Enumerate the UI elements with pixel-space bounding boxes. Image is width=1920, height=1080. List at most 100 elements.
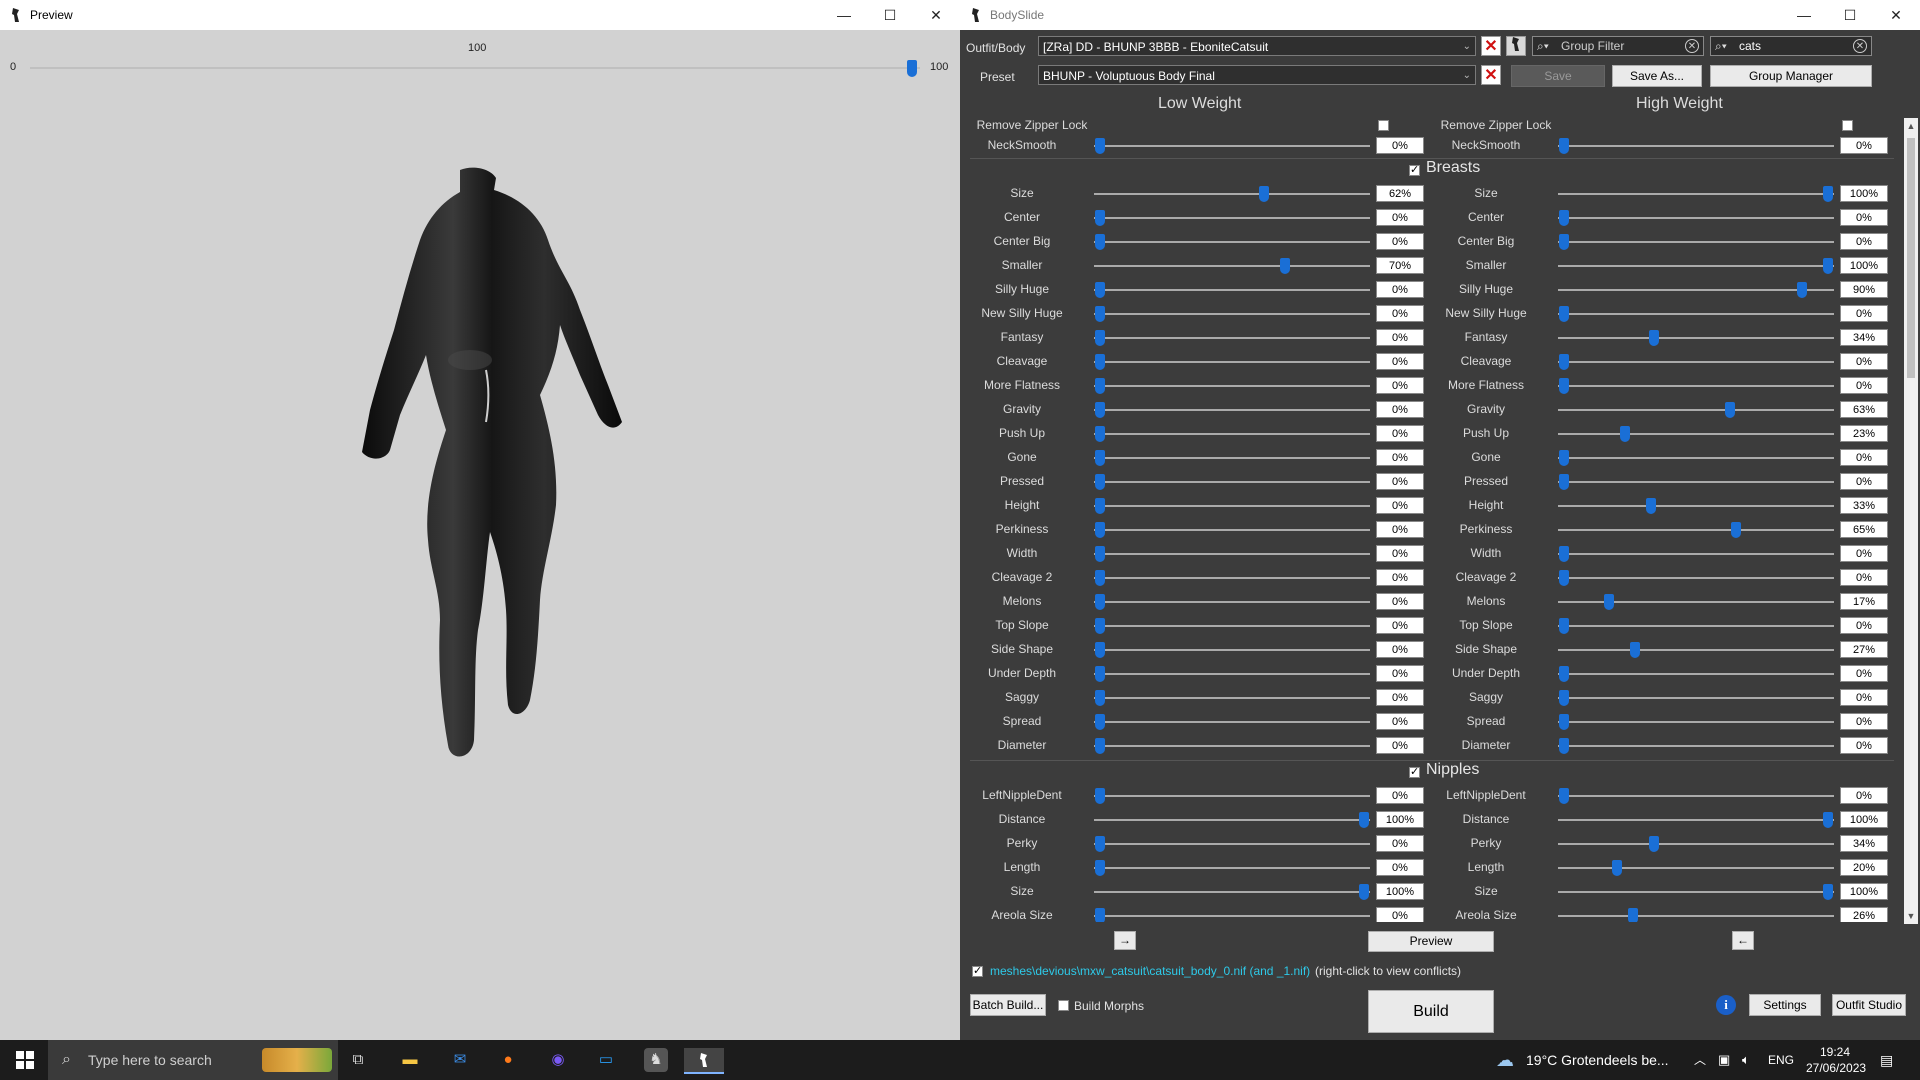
high-weight-slider-thumb[interactable] bbox=[1559, 306, 1569, 322]
low-weight-slider[interactable] bbox=[1094, 505, 1370, 507]
build-button[interactable]: Build bbox=[1368, 990, 1494, 1033]
low-weight-slider[interactable] bbox=[1094, 337, 1370, 339]
notifications-icon[interactable]: ▤ bbox=[1880, 1040, 1893, 1080]
low-weight-slider[interactable] bbox=[1094, 529, 1370, 531]
high-weight-value-input[interactable]: 17% bbox=[1840, 593, 1888, 610]
weather-icon[interactable]: ☁ bbox=[1496, 1040, 1514, 1080]
high-weight-slider[interactable] bbox=[1558, 795, 1834, 797]
high-weight-slider-thumb[interactable] bbox=[1796, 282, 1807, 298]
output-path-checkbox[interactable] bbox=[972, 964, 983, 977]
low-weight-slider[interactable] bbox=[1094, 819, 1370, 821]
outfit-studio-shortcut-button[interactable] bbox=[1506, 36, 1526, 56]
high-weight-slider[interactable] bbox=[1558, 505, 1834, 507]
high-weight-value-input[interactable]: 100% bbox=[1840, 185, 1888, 202]
high-weight-slider[interactable] bbox=[1558, 577, 1834, 579]
high-weight-slider-thumb[interactable] bbox=[1559, 210, 1569, 226]
low-weight-slider[interactable] bbox=[1094, 361, 1370, 363]
clear-filter-icon[interactable]: ✕ bbox=[1685, 39, 1699, 53]
low-weight-slider-thumb[interactable] bbox=[1095, 522, 1105, 538]
low-weight-slider[interactable] bbox=[1094, 241, 1370, 243]
high-weight-value-input[interactable]: 27% bbox=[1840, 641, 1888, 658]
low-weight-slider[interactable] bbox=[1094, 289, 1370, 291]
low-weight-slider[interactable] bbox=[1094, 673, 1370, 675]
high-weight-slider-thumb[interactable] bbox=[1559, 474, 1569, 490]
high-weight-slider[interactable] bbox=[1558, 819, 1834, 821]
low-weight-slider-thumb[interactable] bbox=[1095, 402, 1105, 418]
low-weight-slider[interactable] bbox=[1094, 193, 1370, 195]
high-weight-value-input[interactable]: 100% bbox=[1840, 257, 1888, 274]
low-weight-slider-thumb[interactable] bbox=[1095, 354, 1105, 370]
low-weight-slider-thumb[interactable] bbox=[1095, 210, 1105, 226]
high-weight-value-input[interactable]: 0% bbox=[1840, 353, 1888, 370]
slider-list-scrollbar[interactable]: ▲ ▼ bbox=[1904, 118, 1918, 924]
save-as-button[interactable]: Save As... bbox=[1612, 65, 1702, 87]
body-model-render[interactable] bbox=[290, 160, 650, 780]
high-weight-slider-thumb[interactable] bbox=[1559, 354, 1569, 370]
high-weight-slider[interactable] bbox=[1558, 673, 1834, 675]
low-weight-slider-thumb[interactable] bbox=[1095, 594, 1105, 610]
high-weight-slider[interactable] bbox=[1558, 457, 1834, 459]
high-weight-slider-thumb[interactable] bbox=[1559, 450, 1569, 466]
low-weight-slider[interactable] bbox=[1094, 697, 1370, 699]
high-weight-value-input[interactable]: 0% bbox=[1840, 473, 1888, 490]
high-weight-slider[interactable] bbox=[1558, 745, 1834, 747]
low-weight-slider-thumb[interactable] bbox=[1095, 306, 1105, 322]
high-weight-value-input[interactable]: 100% bbox=[1840, 883, 1888, 900]
high-weight-slider[interactable] bbox=[1558, 867, 1834, 869]
high-weight-slider[interactable] bbox=[1558, 529, 1834, 531]
high-weight-slider-thumb[interactable] bbox=[1725, 402, 1736, 418]
high-weight-slider-thumb[interactable] bbox=[1648, 836, 1659, 852]
high-weight-slider[interactable] bbox=[1558, 217, 1834, 219]
high-weight-slider-thumb[interactable] bbox=[1648, 330, 1659, 346]
group-filter-input[interactable]: ⌕▾ Group Filter ✕ bbox=[1532, 36, 1704, 56]
high-weight-value-input[interactable]: 63% bbox=[1840, 401, 1888, 418]
low-weight-slider[interactable] bbox=[1094, 891, 1370, 893]
low-weight-slider[interactable] bbox=[1094, 481, 1370, 483]
low-weight-slider-thumb[interactable] bbox=[1359, 884, 1369, 900]
batch-build-button[interactable]: Batch Build... bbox=[970, 994, 1046, 1016]
weather-text[interactable]: 19°C Grotendeels be... bbox=[1526, 1040, 1669, 1080]
high-weight-slider-thumb[interactable] bbox=[1559, 234, 1569, 250]
low-weight-slider-thumb[interactable] bbox=[1095, 860, 1105, 876]
high-weight-slider-thumb[interactable] bbox=[1823, 186, 1833, 202]
high-weight-value-input[interactable]: 34% bbox=[1840, 835, 1888, 852]
low-weight-slider-thumb[interactable] bbox=[1095, 426, 1105, 442]
preview-button[interactable]: Preview bbox=[1368, 931, 1494, 952]
high-weight-value-input[interactable]: 0% bbox=[1840, 233, 1888, 250]
language-indicator[interactable]: ENG bbox=[1768, 1040, 1794, 1080]
low-weight-slider-thumb[interactable] bbox=[1095, 738, 1105, 754]
high-weight-slider[interactable] bbox=[1558, 241, 1834, 243]
high-weight-value-input[interactable]: 0% bbox=[1840, 689, 1888, 706]
clear-preset-button[interactable]: ✕ bbox=[1481, 65, 1501, 85]
volume-icon[interactable]: 🔈︎ bbox=[1742, 1040, 1750, 1080]
low-weight-slider-thumb[interactable] bbox=[1279, 258, 1290, 274]
file-explorer-icon[interactable]: ▬ bbox=[398, 1048, 422, 1072]
game-app-icon[interactable]: ♞ bbox=[644, 1048, 668, 1072]
high-weight-slider[interactable] bbox=[1558, 915, 1834, 917]
high-weight-slider-thumb[interactable] bbox=[1823, 258, 1833, 274]
high-weight-value-input[interactable]: 0% bbox=[1840, 449, 1888, 466]
taskbar-search-box[interactable]: ⌕ Type here to search bbox=[48, 1040, 338, 1080]
high-weight-value-input[interactable]: 34% bbox=[1840, 329, 1888, 346]
high-weight-slider-thumb[interactable] bbox=[1559, 618, 1569, 634]
output-path-link[interactable]: meshes\devious\mxw_catsuit\catsuit_body_… bbox=[990, 964, 1310, 978]
mail-icon[interactable]: ✉ bbox=[448, 1048, 472, 1072]
bodyslide-taskbar-icon[interactable] bbox=[684, 1048, 724, 1074]
high-weight-slider-thumb[interactable] bbox=[1823, 884, 1833, 900]
high-weight-value-input[interactable]: 0% bbox=[1840, 545, 1888, 562]
firefox-icon[interactable]: ● bbox=[496, 1048, 520, 1072]
low-weight-slider-thumb[interactable] bbox=[1095, 788, 1105, 804]
low-weight-slider-thumb[interactable] bbox=[1095, 378, 1105, 394]
maximize-button[interactable]: ☐ bbox=[1827, 0, 1873, 30]
high-weight-slider-thumb[interactable] bbox=[1611, 860, 1622, 876]
preview-titlebar[interactable]: Preview — ☐ ✕ bbox=[0, 0, 960, 30]
high-weight-slider[interactable] bbox=[1558, 193, 1834, 195]
scroll-up-icon[interactable]: ▲ bbox=[1904, 118, 1918, 134]
high-weight-value-input[interactable]: 65% bbox=[1840, 521, 1888, 538]
low-weight-slider-thumb[interactable] bbox=[1095, 666, 1105, 682]
high-weight-slider[interactable] bbox=[1558, 481, 1834, 483]
high-weight-value-input[interactable]: 0% bbox=[1840, 737, 1888, 754]
high-weight-slider[interactable] bbox=[1558, 409, 1834, 411]
high-weight-value-input[interactable]: 90% bbox=[1840, 281, 1888, 298]
high-weight-slider[interactable] bbox=[1558, 145, 1834, 147]
